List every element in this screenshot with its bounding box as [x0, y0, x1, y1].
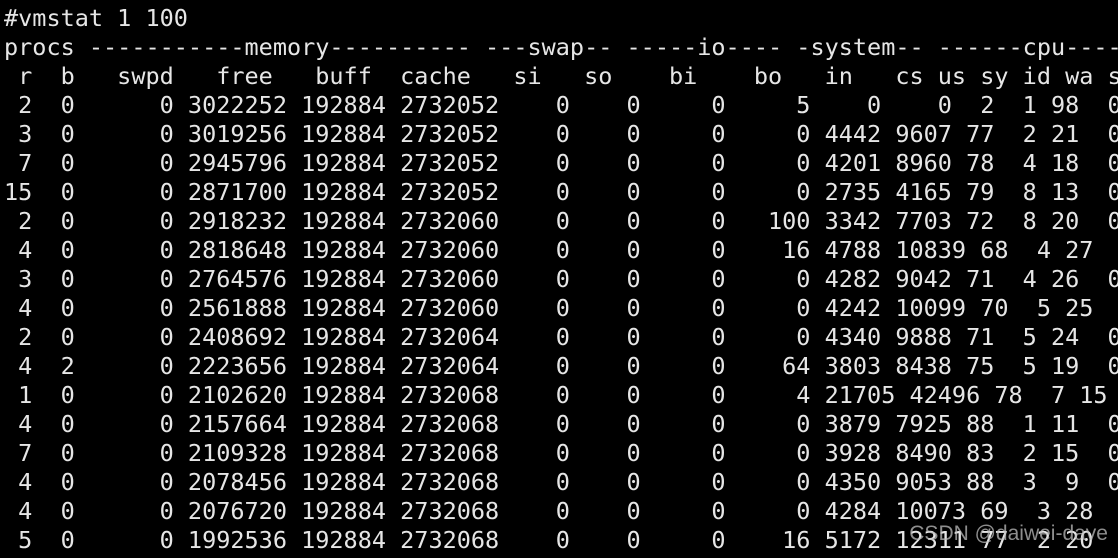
output-row: 4 0 0 2157664 192884 2732068 0 0 0 0 387… [4, 410, 1118, 438]
output-row: 7 0 0 2945796 192884 2732052 0 0 0 0 420… [4, 149, 1118, 177]
output-row: 2 0 0 2408692 192884 2732064 0 0 0 0 434… [4, 323, 1118, 351]
output-row: 4 0 0 2561888 192884 2732060 0 0 0 0 424… [4, 294, 1118, 322]
output-row: 3 0 0 3019256 192884 2732052 0 0 0 0 444… [4, 120, 1118, 148]
output-row: 7 0 0 2109328 192884 2732068 0 0 0 0 392… [4, 439, 1118, 467]
output-row: 1 0 0 2102620 192884 2732068 0 0 0 4 217… [4, 381, 1118, 409]
command-line: #vmstat 1 100 [4, 4, 188, 32]
output-row: 4 2 0 2223656 192884 2732064 0 0 0 64 38… [4, 352, 1118, 380]
output-row: 3 0 0 2764576 192884 2732060 0 0 0 0 428… [4, 265, 1118, 293]
output-row: 4 0 0 2078456 192884 2732068 0 0 0 0 435… [4, 468, 1118, 496]
output-row: 2 0 0 3022252 192884 2732052 0 0 0 5 0 0… [4, 91, 1118, 119]
watermark: CSDN @daiwei-dave [909, 522, 1108, 545]
output-row: 4 0 0 2818648 192884 2732060 0 0 0 16 47… [4, 236, 1118, 264]
column-header-line: r b swpd free buff cache si so bi bo in … [4, 62, 1118, 90]
output-row: 2 0 0 2918232 192884 2732060 0 0 0 100 3… [4, 207, 1118, 235]
group-header-line: procs -----------memory---------- ---swa… [4, 33, 1118, 61]
output-row: 15 0 0 2871700 192884 2732052 0 0 0 0 27… [4, 178, 1118, 206]
terminal-window[interactable]: #vmstat 1 100 procs -----------memory---… [0, 0, 1118, 558]
